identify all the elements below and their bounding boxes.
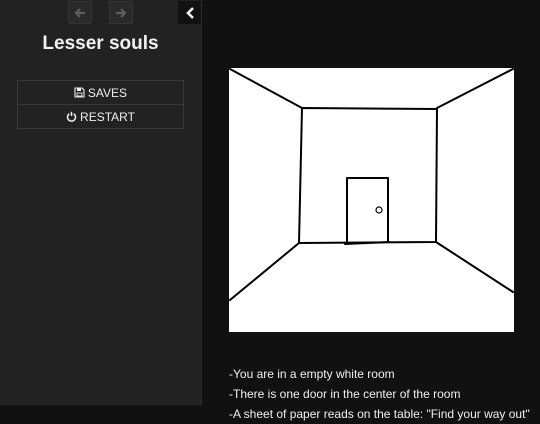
passage-line: -There is one door in the center of the … bbox=[229, 387, 461, 401]
sidebar-toggle-button[interactable] bbox=[178, 1, 201, 24]
history-forward-button[interactable] bbox=[109, 1, 133, 24]
saves-button[interactable]: SAVES bbox=[18, 81, 183, 104]
story-menu: SAVES RESTART bbox=[17, 80, 184, 129]
saves-label: SAVES bbox=[87, 85, 128, 100]
sidebar: Lesser souls SAVES RESTART bbox=[0, 0, 202, 405]
arrow-right-icon bbox=[116, 7, 127, 18]
restart-button[interactable]: RESTART bbox=[18, 104, 183, 128]
passage-text: -You are in a empty white room -There is… bbox=[229, 364, 530, 424]
passage-line: -You are in a empty white room bbox=[229, 367, 395, 381]
power-icon bbox=[66, 111, 77, 122]
passage: -You are in a empty white room -There is… bbox=[229, 68, 530, 424]
passage-line: -A sheet of paper reads on the table: "F… bbox=[229, 407, 530, 421]
arrow-left-icon bbox=[74, 7, 85, 18]
story-title: Lesser souls bbox=[42, 33, 159, 54]
floppy-disk-icon bbox=[74, 87, 85, 98]
restart-label: RESTART bbox=[80, 109, 135, 124]
history-back-button[interactable] bbox=[68, 1, 92, 24]
room-drawing bbox=[229, 68, 514, 332]
chevron-left-icon bbox=[185, 6, 194, 19]
